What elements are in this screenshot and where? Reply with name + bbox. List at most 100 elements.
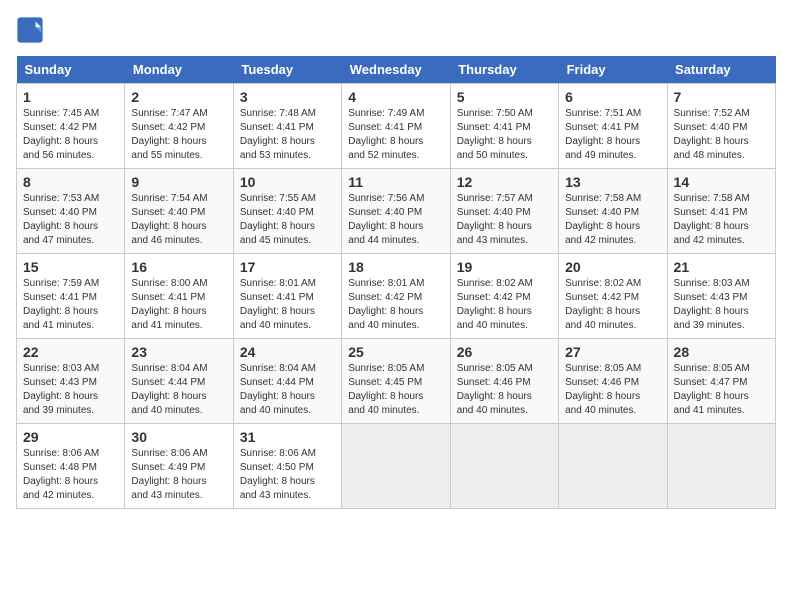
day-info: Sunrise: 8:02 AMSunset: 4:42 PMDaylight:… xyxy=(565,277,660,333)
day-info: Sunrise: 7:59 AMSunset: 4:41 PMDaylight:… xyxy=(23,277,118,333)
day-number: 7 xyxy=(674,89,769,105)
day-number: 31 xyxy=(240,429,335,445)
day-info: Sunrise: 7:56 AMSunset: 4:40 PMDaylight:… xyxy=(348,192,443,248)
day-number: 30 xyxy=(131,429,226,445)
day-cell: 19 Sunrise: 8:02 AMSunset: 4:42 PMDaylig… xyxy=(450,254,558,339)
page-header xyxy=(16,16,776,44)
day-info: Sunrise: 7:48 AMSunset: 4:41 PMDaylight:… xyxy=(240,107,335,163)
week-row-3: 15 Sunrise: 7:59 AMSunset: 4:41 PMDaylig… xyxy=(17,254,776,339)
day-info: Sunrise: 7:47 AMSunset: 4:42 PMDaylight:… xyxy=(131,107,226,163)
day-cell: 12 Sunrise: 7:57 AMSunset: 4:40 PMDaylig… xyxy=(450,169,558,254)
day-info: Sunrise: 8:06 AMSunset: 4:49 PMDaylight:… xyxy=(131,447,226,503)
day-number: 28 xyxy=(674,344,769,360)
week-row-1: 1 Sunrise: 7:45 AMSunset: 4:42 PMDayligh… xyxy=(17,84,776,169)
day-number: 21 xyxy=(674,259,769,275)
day-info: Sunrise: 8:04 AMSunset: 4:44 PMDaylight:… xyxy=(240,362,335,418)
day-info: Sunrise: 7:58 AMSunset: 4:41 PMDaylight:… xyxy=(674,192,769,248)
day-info: Sunrise: 7:58 AMSunset: 4:40 PMDaylight:… xyxy=(565,192,660,248)
day-info: Sunrise: 8:03 AMSunset: 4:43 PMDaylight:… xyxy=(674,277,769,333)
day-cell: 5 Sunrise: 7:50 AMSunset: 4:41 PMDayligh… xyxy=(450,84,558,169)
day-number: 4 xyxy=(348,89,443,105)
header-sunday: Sunday xyxy=(17,56,125,84)
day-cell: 29 Sunrise: 8:06 AMSunset: 4:48 PMDaylig… xyxy=(17,424,125,509)
day-number: 15 xyxy=(23,259,118,275)
day-info: Sunrise: 7:49 AMSunset: 4:41 PMDaylight:… xyxy=(348,107,443,163)
day-number: 2 xyxy=(131,89,226,105)
day-info: Sunrise: 8:06 AMSunset: 4:48 PMDaylight:… xyxy=(23,447,118,503)
day-cell: 1 Sunrise: 7:45 AMSunset: 4:42 PMDayligh… xyxy=(17,84,125,169)
day-cell: 14 Sunrise: 7:58 AMSunset: 4:41 PMDaylig… xyxy=(667,169,775,254)
day-info: Sunrise: 7:45 AMSunset: 4:42 PMDaylight:… xyxy=(23,107,118,163)
day-cell: 28 Sunrise: 8:05 AMSunset: 4:47 PMDaylig… xyxy=(667,339,775,424)
day-info: Sunrise: 7:54 AMSunset: 4:40 PMDaylight:… xyxy=(131,192,226,248)
week-row-5: 29 Sunrise: 8:06 AMSunset: 4:48 PMDaylig… xyxy=(17,424,776,509)
header-friday: Friday xyxy=(559,56,667,84)
calendar-table: SundayMondayTuesdayWednesdayThursdayFrid… xyxy=(16,56,776,509)
day-info: Sunrise: 8:05 AMSunset: 4:46 PMDaylight:… xyxy=(565,362,660,418)
day-cell: 4 Sunrise: 7:49 AMSunset: 4:41 PMDayligh… xyxy=(342,84,450,169)
day-cell: 20 Sunrise: 8:02 AMSunset: 4:42 PMDaylig… xyxy=(559,254,667,339)
day-number: 29 xyxy=(23,429,118,445)
day-number: 6 xyxy=(565,89,660,105)
day-cell xyxy=(559,424,667,509)
day-info: Sunrise: 8:00 AMSunset: 4:41 PMDaylight:… xyxy=(131,277,226,333)
day-cell: 2 Sunrise: 7:47 AMSunset: 4:42 PMDayligh… xyxy=(125,84,233,169)
day-cell xyxy=(450,424,558,509)
day-info: Sunrise: 8:01 AMSunset: 4:41 PMDaylight:… xyxy=(240,277,335,333)
day-cell xyxy=(667,424,775,509)
header-tuesday: Tuesday xyxy=(233,56,341,84)
day-number: 9 xyxy=(131,174,226,190)
day-number: 13 xyxy=(565,174,660,190)
day-cell: 7 Sunrise: 7:52 AMSunset: 4:40 PMDayligh… xyxy=(667,84,775,169)
day-cell: 9 Sunrise: 7:54 AMSunset: 4:40 PMDayligh… xyxy=(125,169,233,254)
day-info: Sunrise: 7:51 AMSunset: 4:41 PMDaylight:… xyxy=(565,107,660,163)
logo-icon xyxy=(16,16,44,44)
day-number: 18 xyxy=(348,259,443,275)
day-info: Sunrise: 8:05 AMSunset: 4:47 PMDaylight:… xyxy=(674,362,769,418)
day-info: Sunrise: 8:01 AMSunset: 4:42 PMDaylight:… xyxy=(348,277,443,333)
day-info: Sunrise: 8:03 AMSunset: 4:43 PMDaylight:… xyxy=(23,362,118,418)
day-number: 11 xyxy=(348,174,443,190)
day-info: Sunrise: 8:05 AMSunset: 4:45 PMDaylight:… xyxy=(348,362,443,418)
day-number: 12 xyxy=(457,174,552,190)
day-number: 5 xyxy=(457,89,552,105)
day-number: 24 xyxy=(240,344,335,360)
day-cell: 10 Sunrise: 7:55 AMSunset: 4:40 PMDaylig… xyxy=(233,169,341,254)
day-info: Sunrise: 8:05 AMSunset: 4:46 PMDaylight:… xyxy=(457,362,552,418)
day-cell: 25 Sunrise: 8:05 AMSunset: 4:45 PMDaylig… xyxy=(342,339,450,424)
day-number: 17 xyxy=(240,259,335,275)
day-cell: 21 Sunrise: 8:03 AMSunset: 4:43 PMDaylig… xyxy=(667,254,775,339)
week-row-4: 22 Sunrise: 8:03 AMSunset: 4:43 PMDaylig… xyxy=(17,339,776,424)
header-row: SundayMondayTuesdayWednesdayThursdayFrid… xyxy=(17,56,776,84)
day-number: 16 xyxy=(131,259,226,275)
day-number: 1 xyxy=(23,89,118,105)
logo xyxy=(16,16,48,44)
day-cell: 31 Sunrise: 8:06 AMSunset: 4:50 PMDaylig… xyxy=(233,424,341,509)
day-number: 26 xyxy=(457,344,552,360)
day-cell: 15 Sunrise: 7:59 AMSunset: 4:41 PMDaylig… xyxy=(17,254,125,339)
day-number: 3 xyxy=(240,89,335,105)
day-number: 8 xyxy=(23,174,118,190)
day-number: 25 xyxy=(348,344,443,360)
day-info: Sunrise: 8:02 AMSunset: 4:42 PMDaylight:… xyxy=(457,277,552,333)
day-cell: 6 Sunrise: 7:51 AMSunset: 4:41 PMDayligh… xyxy=(559,84,667,169)
day-info: Sunrise: 7:55 AMSunset: 4:40 PMDaylight:… xyxy=(240,192,335,248)
day-number: 22 xyxy=(23,344,118,360)
day-number: 14 xyxy=(674,174,769,190)
day-cell: 11 Sunrise: 7:56 AMSunset: 4:40 PMDaylig… xyxy=(342,169,450,254)
day-cell: 22 Sunrise: 8:03 AMSunset: 4:43 PMDaylig… xyxy=(17,339,125,424)
day-number: 27 xyxy=(565,344,660,360)
day-cell xyxy=(342,424,450,509)
day-cell: 16 Sunrise: 8:00 AMSunset: 4:41 PMDaylig… xyxy=(125,254,233,339)
day-cell: 3 Sunrise: 7:48 AMSunset: 4:41 PMDayligh… xyxy=(233,84,341,169)
day-info: Sunrise: 7:50 AMSunset: 4:41 PMDaylight:… xyxy=(457,107,552,163)
day-cell: 27 Sunrise: 8:05 AMSunset: 4:46 PMDaylig… xyxy=(559,339,667,424)
day-info: Sunrise: 8:06 AMSunset: 4:50 PMDaylight:… xyxy=(240,447,335,503)
day-cell: 13 Sunrise: 7:58 AMSunset: 4:40 PMDaylig… xyxy=(559,169,667,254)
header-thursday: Thursday xyxy=(450,56,558,84)
day-cell: 24 Sunrise: 8:04 AMSunset: 4:44 PMDaylig… xyxy=(233,339,341,424)
day-cell: 8 Sunrise: 7:53 AMSunset: 4:40 PMDayligh… xyxy=(17,169,125,254)
day-info: Sunrise: 7:57 AMSunset: 4:40 PMDaylight:… xyxy=(457,192,552,248)
day-info: Sunrise: 7:53 AMSunset: 4:40 PMDaylight:… xyxy=(23,192,118,248)
day-cell: 30 Sunrise: 8:06 AMSunset: 4:49 PMDaylig… xyxy=(125,424,233,509)
